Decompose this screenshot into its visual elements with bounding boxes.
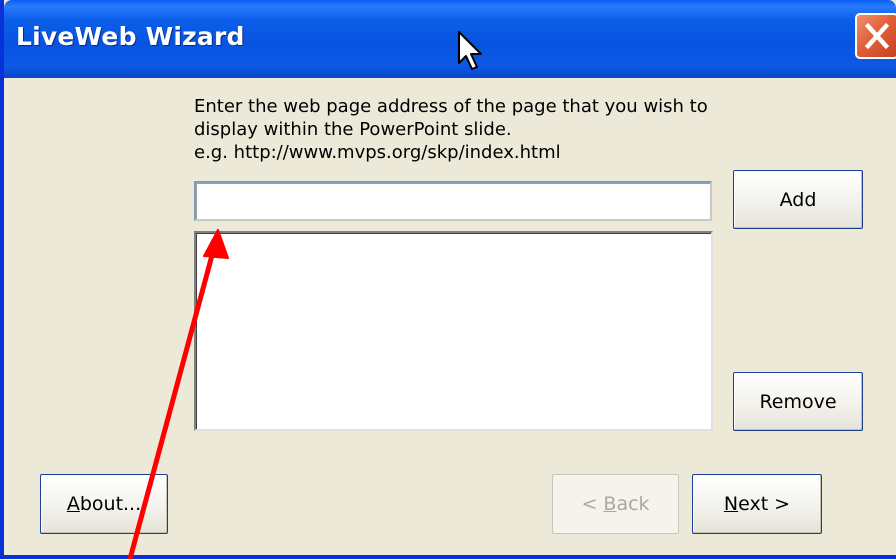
about-mnemonic: A <box>66 493 80 515</box>
instruction-line-3: e.g. http://www.mvps.org/skp/index.html <box>194 142 561 163</box>
next-mnemonic: N <box>723 493 739 515</box>
close-button[interactable] <box>855 13 896 59</box>
about-label: bout... <box>79 493 142 515</box>
next-label: ext > <box>738 493 791 515</box>
close-icon <box>864 22 890 50</box>
remove-button[interactable]: Remove <box>733 372 863 431</box>
add-button[interactable]: Add <box>733 170 863 229</box>
instruction-line-2: display within the PowerPoint slide. <box>194 119 512 140</box>
liveweb-wizard-dialog: LiveWeb Wizard Enter the web page addres… <box>0 0 896 559</box>
next-button[interactable]: Next > <box>692 474 822 534</box>
window-title: LiveWeb Wizard <box>16 22 245 51</box>
url-list[interactable] <box>194 231 713 431</box>
back-mnemonic: B <box>603 493 617 515</box>
about-button[interactable]: About... <box>40 474 168 534</box>
instruction-text: Enter the web page address of the page t… <box>194 95 708 164</box>
instruction-line-1: Enter the web page address of the page t… <box>194 96 708 117</box>
back-button[interactable]: < Back <box>552 474 679 534</box>
url-input[interactable] <box>194 181 712 221</box>
back-label: ack <box>616 493 650 515</box>
back-prefix: < <box>581 493 604 515</box>
mouse-pointer-icon <box>458 31 482 70</box>
title-bar[interactable]: LiveWeb Wizard <box>4 0 896 78</box>
